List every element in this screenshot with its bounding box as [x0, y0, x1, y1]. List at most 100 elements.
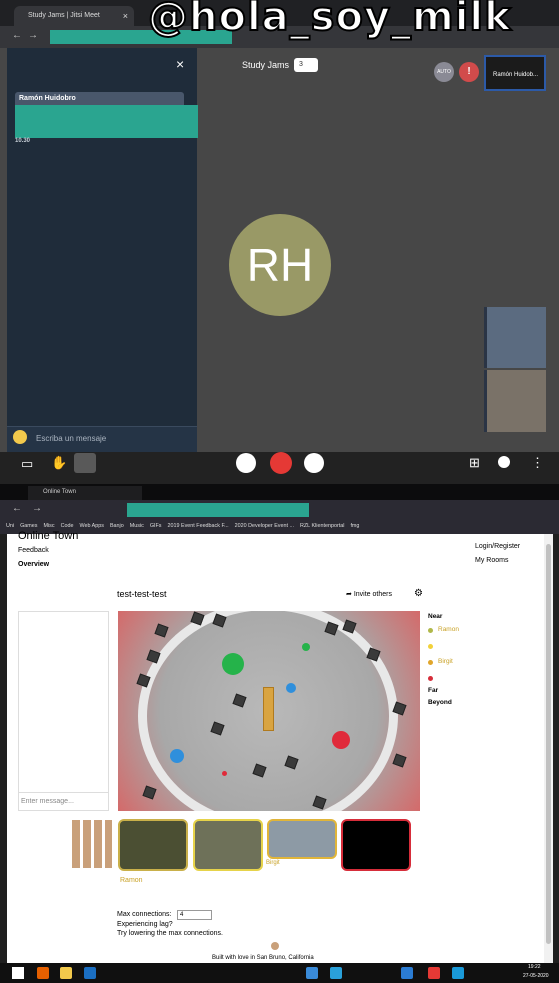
legend-dot-ramon	[428, 628, 433, 633]
bookmark-item[interactable]: Code	[61, 523, 74, 529]
chat-close-icon[interactable]: ×	[176, 56, 184, 72]
lag-text-1: Experiencing lag?	[117, 921, 173, 928]
steam-icon[interactable]	[84, 967, 96, 979]
participant-count[interactable]: 3	[294, 58, 318, 72]
chat-timestamp: 10.30	[15, 138, 31, 144]
bookmark-item[interactable]: Misc	[43, 523, 54, 529]
chat-toggle-button[interactable]	[74, 453, 96, 473]
bookmark-item[interactable]: Games	[20, 523, 37, 529]
bookmark-item[interactable]: 2020 Developer Event ...	[235, 523, 294, 529]
bookmark-item[interactable]: Music	[130, 523, 144, 529]
overview-link[interactable]: Overview	[18, 561, 49, 568]
camera-off-button[interactable]	[304, 453, 324, 473]
watermark-text: @hola_soy_milk	[147, 0, 512, 41]
lag-text-2: Try lowering the max connections.	[117, 930, 223, 937]
invite-button[interactable]: ➦ Invite others	[346, 590, 392, 598]
forward-icon[interactable]: →	[28, 30, 38, 41]
raise-hand-icon[interactable]: ✋	[51, 455, 67, 471]
bookmark-item[interactable]: GIFs	[150, 523, 162, 529]
end-call-button[interactable]	[270, 452, 292, 474]
map-red-spot	[222, 771, 227, 776]
back-icon[interactable]: ←	[12, 30, 22, 41]
local-thumbnail[interactable]: Ramón Huidob...	[484, 55, 546, 91]
participant-thumbnail-birgit[interactable]	[484, 307, 546, 368]
map-red-spot	[332, 731, 350, 749]
emoji-icon[interactable]	[13, 430, 27, 444]
legend-beyond: Beyond	[428, 699, 452, 706]
scroll-thumb[interactable]	[546, 544, 551, 944]
more-options-icon[interactable]: ⋮	[531, 455, 544, 471]
thumbnail-name: Ramón Huidob...	[493, 72, 539, 78]
video-ramon	[118, 819, 188, 871]
file-explorer-icon[interactable]	[60, 967, 72, 979]
clock-time: 19:22	[528, 964, 541, 970]
footer-avatar-icon	[271, 942, 279, 950]
screen-share-icon[interactable]: ▭	[21, 456, 33, 472]
windows-start-icon[interactable]	[12, 967, 24, 979]
bottom-address-bar: ← →	[0, 500, 559, 520]
message-panel	[18, 611, 109, 811]
map-green-spot	[222, 653, 244, 675]
mute-mic-button[interactable]	[236, 453, 256, 473]
back-icon[interactable]: ←	[12, 503, 22, 514]
bookmark-item[interactable]: Uni	[6, 523, 14, 529]
map-block	[392, 753, 407, 768]
video-birgit	[267, 819, 337, 859]
map-blue-spot	[286, 683, 296, 693]
max-connections-label: Max connections:	[117, 911, 172, 918]
message-input[interactable]: Enter message...	[18, 792, 109, 811]
chat-sender-name: Ramón Huidobro	[15, 92, 184, 105]
legend-dot-birgit	[428, 660, 433, 665]
map-block	[154, 623, 169, 638]
tile-view-icon[interactable]: ⊞	[469, 455, 480, 471]
app-title: Online Town	[18, 530, 79, 542]
tab-title: Study Jams | Jitsi Meet	[28, 12, 100, 19]
legend-name-birgit: Birgit	[438, 658, 453, 665]
chat-message-redacted	[15, 105, 198, 138]
forward-icon[interactable]: →	[32, 503, 42, 514]
legend-near-title: Near	[428, 613, 443, 620]
town-map[interactable]	[118, 611, 420, 811]
chrome-icon[interactable]	[306, 967, 318, 979]
legend-name-ramon: Ramon	[438, 626, 459, 633]
speaker-avatar: RH	[229, 214, 331, 316]
meeting-title: Study Jams	[242, 60, 290, 70]
page-scrollbar[interactable]	[544, 534, 553, 963]
bookmark-item[interactable]: 2019 Event Feedback F...	[168, 523, 229, 529]
vscode-icon[interactable]	[401, 967, 413, 979]
skype-icon[interactable]	[452, 967, 464, 979]
clock-date: 27-05-2020	[523, 973, 549, 979]
tab-online-town[interactable]: Online Town	[28, 486, 142, 500]
quality-auto-badge[interactable]: AUTO	[434, 62, 454, 82]
invite-label: Invite others	[353, 591, 392, 598]
bookmark-item[interactable]: fmg	[350, 523, 359, 529]
player-avatars-group[interactable]	[263, 687, 274, 731]
legend-dot-unnamed	[428, 644, 433, 649]
legend-dot-far	[428, 676, 433, 681]
login-link[interactable]: Login/Register	[475, 543, 520, 550]
info-icon[interactable]	[498, 456, 510, 468]
feedback-link[interactable]: Feedback	[18, 547, 49, 554]
chat-placeholder: Escriba un mensaje	[36, 434, 107, 443]
settings-gear-icon[interactable]: ⚙	[414, 588, 423, 599]
tab-jitsi[interactable]: Study Jams | Jitsi Meet ×	[14, 6, 134, 26]
max-connections-select[interactable]: 4	[177, 910, 212, 920]
video-label-birgit: Birgit	[266, 860, 280, 866]
map-block	[142, 785, 157, 800]
url-field[interactable]	[127, 503, 309, 517]
telegram-icon[interactable]	[330, 967, 342, 979]
my-rooms-dropdown[interactable]: My Rooms	[475, 557, 508, 564]
bookmarks-bar: Uni Games Misc Code Web Apps Banjo Music GIFs 20…	[0, 520, 559, 534]
character-picker[interactable]	[72, 820, 112, 868]
participant-thumbnail-ramon[interactable]	[484, 370, 546, 432]
footer-text: Built with love in San Bruno, California	[212, 955, 314, 961]
record-icon[interactable]	[428, 967, 440, 979]
warning-icon[interactable]: !	[459, 62, 479, 82]
bookmark-item[interactable]: Banjo	[110, 523, 124, 529]
video-far-participant	[341, 819, 411, 871]
bookmark-item[interactable]: Web Apps	[79, 523, 103, 529]
video-participant-2	[193, 819, 263, 871]
firefox-icon[interactable]	[37, 967, 49, 979]
bookmark-item[interactable]: RZL Klientenportal	[300, 523, 344, 529]
close-tab-icon[interactable]: ×	[123, 11, 128, 21]
